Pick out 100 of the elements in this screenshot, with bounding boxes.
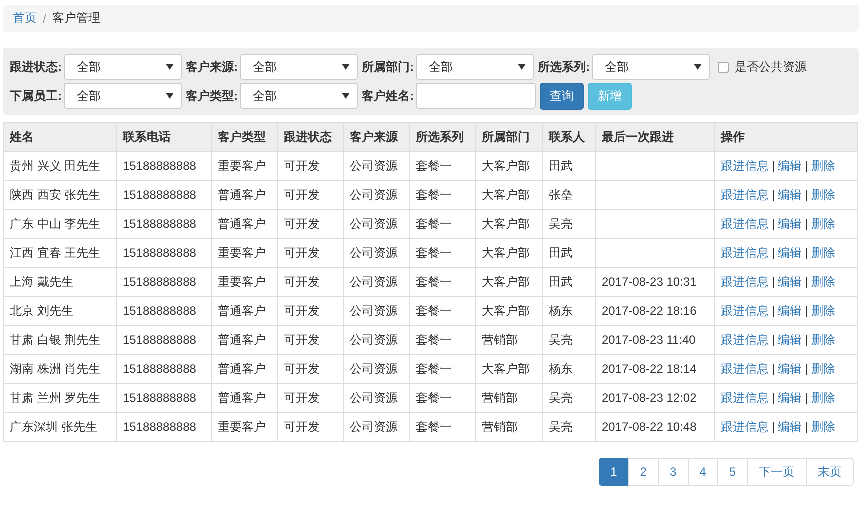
- column-header: 客户类型: [212, 122, 278, 152]
- table-cell: 公司资源: [344, 152, 410, 180]
- table-cell: 普通客户: [212, 384, 278, 412]
- table-cell: 2017-08-23 10:31: [596, 268, 714, 296]
- action-link[interactable]: 跟进信息: [721, 420, 769, 434]
- table-cell: 营销部: [476, 412, 542, 442]
- table-cell: 广东 中山 李先生: [4, 210, 116, 238]
- table-cell: 公司资源: [344, 238, 410, 268]
- table-cell: 15188888888: [116, 354, 212, 384]
- action-link[interactable]: 编辑: [778, 304, 802, 318]
- table-cell: 2017-08-22 18:14: [596, 354, 714, 384]
- action-link[interactable]: 编辑: [778, 246, 802, 260]
- action-separator: |: [805, 158, 808, 172]
- page-button[interactable]: 1: [598, 458, 630, 486]
- table-cell: 大客户部: [476, 354, 542, 384]
- breadcrumb-current: 客户管理: [52, 10, 100, 27]
- action-link[interactable]: 删除: [811, 188, 836, 202]
- action-separator: |: [805, 188, 808, 202]
- table-cell: 营销部: [476, 384, 542, 412]
- table-cell: 广东深圳 张先生: [4, 412, 116, 442]
- action-separator: |: [805, 420, 808, 434]
- action-link[interactable]: 编辑: [778, 158, 802, 172]
- table-cell: 15188888888: [116, 210, 212, 238]
- filter-label: 客户类型:: [186, 88, 238, 104]
- table-cell: 15188888888: [116, 296, 212, 326]
- table-cell: 套餐一: [410, 354, 476, 384]
- select-field[interactable]: 全部: [64, 83, 182, 109]
- select-field[interactable]: 全部: [240, 83, 358, 109]
- page-button[interactable]: 3: [658, 458, 689, 486]
- select-field[interactable]: 全部: [240, 54, 358, 80]
- action-link[interactable]: 跟进信息: [721, 390, 769, 404]
- action-link[interactable]: 跟进信息: [721, 246, 769, 260]
- action-link[interactable]: 删除: [811, 246, 836, 260]
- table-cell: 田武: [542, 268, 596, 296]
- table-cell: 甘肃 白银 荆先生: [4, 326, 116, 354]
- action-link[interactable]: 删除: [811, 158, 836, 172]
- action-link[interactable]: 跟进信息: [721, 216, 769, 230]
- select-field[interactable]: 全部: [592, 54, 710, 80]
- table-cell: 15188888888: [116, 326, 212, 354]
- table-cell: 重要客户: [212, 238, 278, 268]
- table-cell: 套餐一: [410, 268, 476, 296]
- action-separator: |: [805, 332, 808, 346]
- table-cell: 张垒: [542, 180, 596, 210]
- action-link[interactable]: 删除: [811, 304, 836, 318]
- action-link[interactable]: 编辑: [778, 332, 802, 346]
- table-cell: 田武: [542, 152, 596, 180]
- action-separator: |: [772, 188, 776, 202]
- table-cell: 普通客户: [212, 326, 278, 354]
- action-link[interactable]: 删除: [811, 274, 836, 288]
- table-cell: 套餐一: [410, 152, 476, 180]
- action-link[interactable]: 跟进信息: [721, 332, 769, 346]
- table-cell: 2017-08-23 11:40: [596, 326, 714, 354]
- action-link[interactable]: 跟进信息: [721, 274, 769, 288]
- page-button[interactable]: 4: [688, 458, 718, 486]
- action-link[interactable]: 跟进信息: [721, 158, 769, 172]
- table-cell: 套餐一: [410, 238, 476, 268]
- table-cell: 可开发: [278, 180, 344, 210]
- caret-icon: [694, 64, 702, 70]
- action-link[interactable]: 编辑: [778, 216, 802, 230]
- table-cell: 普通客户: [212, 296, 278, 326]
- table-cell: 套餐一: [410, 180, 476, 210]
- action-link[interactable]: 编辑: [778, 362, 802, 376]
- table-cell: 上海 戴先生: [4, 268, 116, 296]
- page-button[interactable]: 5: [717, 458, 748, 486]
- action-link[interactable]: 编辑: [778, 420, 802, 434]
- checkbox[interactable]: [718, 62, 729, 72]
- select-field[interactable]: 全部: [64, 54, 182, 80]
- action-link[interactable]: 编辑: [778, 188, 802, 202]
- table-cell: 套餐一: [410, 412, 476, 442]
- table-cell: 可开发: [278, 412, 344, 442]
- action-link[interactable]: 删除: [811, 420, 836, 434]
- action-link[interactable]: 编辑: [778, 390, 802, 404]
- table-cell: 可开发: [278, 152, 344, 180]
- breadcrumb-link[interactable]: 首页: [13, 10, 37, 27]
- column-header: 联系人: [542, 122, 596, 152]
- action-link[interactable]: 跟进信息: [721, 188, 769, 202]
- table-cell: 吴亮: [542, 384, 596, 412]
- action-link[interactable]: 删除: [811, 332, 836, 346]
- action-link[interactable]: 编辑: [778, 274, 802, 288]
- action-link[interactable]: 删除: [811, 216, 836, 230]
- table-cell: 套餐一: [410, 326, 476, 354]
- caret-icon: [342, 93, 350, 99]
- action-link[interactable]: 跟进信息: [721, 304, 769, 318]
- select-field[interactable]: 全部: [416, 54, 534, 80]
- action-link[interactable]: 删除: [811, 390, 836, 404]
- page-button[interactable]: 末页: [806, 458, 854, 486]
- table-cell: 陕西 西安 张先生: [4, 180, 116, 210]
- page-button[interactable]: 下一页: [747, 458, 807, 486]
- action-link[interactable]: 删除: [811, 362, 836, 376]
- caret-icon: [166, 64, 174, 70]
- search-button[interactable]: 查询: [540, 82, 584, 110]
- table-cell: 15188888888: [116, 180, 212, 210]
- action-separator: |: [772, 158, 776, 172]
- input-field[interactable]: [416, 83, 536, 109]
- action-separator: |: [805, 246, 808, 260]
- action-separator: |: [805, 304, 808, 318]
- action-link[interactable]: 跟进信息: [721, 362, 769, 376]
- page-button[interactable]: 2: [628, 458, 659, 486]
- table-cell: 公司资源: [344, 210, 410, 238]
- table-cell: 吴亮: [542, 326, 596, 354]
